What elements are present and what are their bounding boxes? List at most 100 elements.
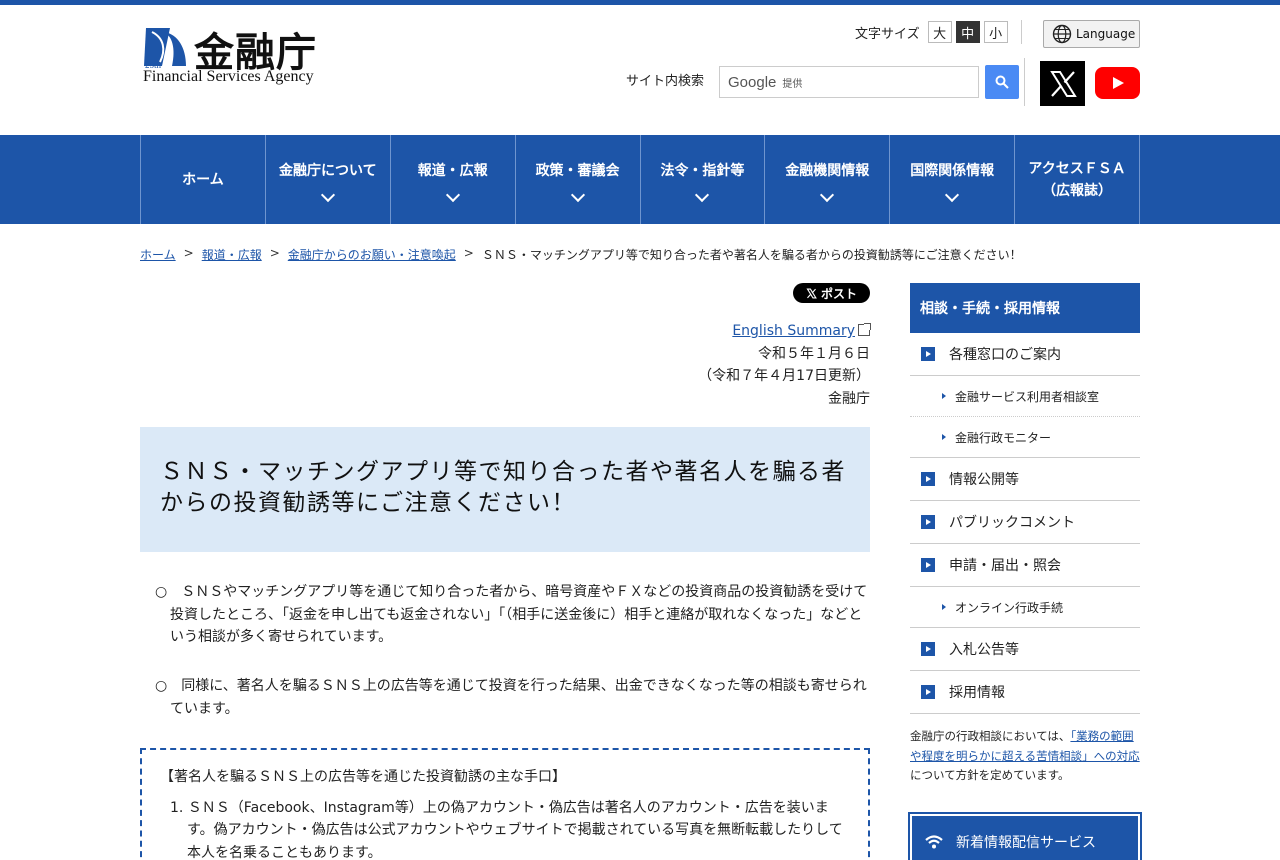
search-icon [995,75,1009,89]
breadcrumb: ホーム > 報道・広報 > 金融庁からのお願い・注意喚起 > ＳＮＳ・マッチング… [140,246,1022,263]
sidebar-item-disclosure[interactable]: 情報公開等 [910,458,1140,501]
sidebar-item-contact-windows[interactable]: 各種窓口のご案内 [910,333,1140,376]
sidebar-item-bidding[interactable]: 入札公告等 [910,628,1140,671]
font-size-switcher: 文字サイズ 大 中 小 [855,20,1008,44]
sidebar-item-label: 各種窓口のご案内 [949,347,1061,363]
chevron-down-icon [695,187,710,202]
font-size-small-button[interactable]: 小 [983,21,1008,43]
nav-item-access-fsa[interactable]: アクセスＦＳＡ （広報誌） [1015,135,1140,224]
nav-label: アクセスＦＳＡ （広報誌） [1028,160,1126,199]
article-meta: English Summary 令和５年１月６日 （令和７年４月17日更新） 金… [560,320,871,410]
sidebar-item-label: 入札公告等 [949,642,1019,658]
nav-label: 報道・広報 [417,162,488,179]
scam-methods-list: 1. ＳＮＳ（Facebook、Instagram等）上の偽アカウント・偽広告は… [160,797,850,860]
language-button[interactable]: Language [1043,20,1140,48]
nav-item-institutions[interactable]: 金融機関情報 [765,135,891,224]
article-paragraph-1: ○ ＳＮＳやマッチングアプリ等を通じて知り合った者から、暗号資産やＦＸなどの投資… [155,584,868,645]
search-button[interactable] [985,65,1019,99]
chevron-down-icon [320,187,335,202]
arrow-square-icon [921,472,935,486]
arrow-square-icon [921,642,935,656]
nav-label: 国際関係情報 [910,162,995,179]
nav-item-laws[interactable]: 法令・指針等 [641,135,766,224]
article-author: 金融庁 [828,390,870,407]
site-search-label: サイト内検索 [626,74,705,89]
header-divider-2 [1024,58,1025,106]
globe-icon [1052,24,1072,44]
english-summary-link[interactable]: English Summary [732,323,855,339]
news-delivery-label: 新着情報配信サービス [956,835,1096,851]
youtube-social-link[interactable] [1095,67,1140,99]
news-delivery-service-button[interactable]: 新着情報配信サービス [908,812,1142,860]
site-logo[interactable]: 25th 金融庁 Financial Services Agency [142,24,342,92]
google-brand-text: Google [728,73,777,91]
sidebar-item-label: 申請・届出・照会 [949,558,1061,574]
nav-label: 政策・審議会 [535,162,620,179]
nav-item-international[interactable]: 国際関係情報 [890,135,1016,224]
article-paragraph-2: ○ 同様に、著名人を騙るＳＮＳ上の広告等を通じて投資を行った結果、出金できなくな… [155,678,867,717]
nav-label: ホーム [182,171,224,188]
x-post-button[interactable]: ポスト [793,283,870,303]
sidebar-item-recruitment[interactable]: 採用情報 [910,671,1140,714]
font-size-label: 文字サイズ [855,26,920,42]
global-navigation: ホーム 金融庁について 報道・広報 政策・審議会 法令・指針等 金融機関情報 国… [0,135,1280,224]
nav-item-about[interactable]: 金融庁について [266,135,391,224]
external-link-icon [858,323,871,336]
sidebar-item-label: 採用情報 [949,685,1005,701]
sidebar-subitem-online-procedures[interactable]: オンライン行政手続 [910,587,1140,628]
triangle-right-icon [942,393,946,399]
nav-item-policy[interactable]: 政策・審議会 [516,135,641,224]
breadcrumb-separator: > [269,246,280,260]
sidebar-item-public-comment[interactable]: パブリックコメント [910,501,1140,544]
youtube-play-icon [1112,77,1124,89]
sidebar-menu: 各種窓口のご案内 金融サービス利用者相談室 金融行政モニター 情報公開等 パブリ… [910,333,1140,714]
breadcrumb-link-press[interactable]: 報道・広報 [202,246,262,263]
chevron-down-icon [945,187,960,202]
x-logo-icon [806,288,817,298]
arrow-square-icon [921,347,935,361]
x-social-link[interactable] [1040,61,1085,106]
page-title: ＳＮＳ・マッチングアプリ等で知り合った者や著名人を騙る者からの投資勧誘等にご注意… [160,459,846,516]
updated-date: （令和７年４月17日更新） [698,368,870,384]
google-provided-text: 提供 [782,78,803,90]
breadcrumb-current: ＳＮＳ・マッチングアプリ等で知り合った者や著名人を騙る者からの投資勧誘等にご注意… [481,248,1022,262]
triangle-right-icon [942,604,946,610]
sidebar-note: 金融庁の行政相談においては、「業務の範囲や程度を明らかに超える苦情相談」への対応… [910,727,1140,786]
wifi-icon [925,835,943,849]
sidebar-note-prefix: 金融庁の行政相談においては、 [910,729,1071,743]
page-title-box: ＳＮＳ・マッチングアプリ等で知り合った者や著名人を騙る者からの投資勧誘等にご注意… [140,427,870,552]
arrow-square-icon [921,558,935,572]
nav-label: 金融機関情報 [785,162,870,179]
nav-item-press[interactable]: 報道・広報 [391,135,516,224]
breadcrumb-link-home[interactable]: ホーム [140,246,176,263]
sidebar-subitem-consumer-office[interactable]: 金融サービス利用者相談室 [910,376,1140,417]
chevron-down-icon [445,187,460,202]
scam-methods-title: 【著名人を騙るＳＮＳ上の広告等を通じた投資勧誘の主な手口】 [160,769,566,785]
font-size-large-button[interactable]: 大 [927,21,952,43]
publish-date: 令和５年１月６日 [758,345,870,362]
site-search-input[interactable]: Google 提供 [719,66,979,98]
language-label: Language [1076,27,1136,41]
sidebar-heading: 相談・手続・採用情報 [910,283,1140,333]
chevron-down-icon [570,187,585,202]
arrow-square-icon [921,515,935,529]
sidebar-subitem-monitor[interactable]: 金融行政モニター [910,417,1140,458]
post-label: ポスト [820,286,857,301]
x-logo-icon [1049,70,1077,97]
sidebar-item-label: オンライン行政手続 [955,600,1064,615]
chevron-down-icon [820,187,835,202]
triangle-right-icon [942,434,946,440]
arrow-square-icon [921,685,935,699]
font-size-medium-button[interactable]: 中 [955,21,980,43]
breadcrumb-separator: > [183,246,194,260]
nav-item-home[interactable]: ホーム [141,135,266,224]
header-divider [1021,20,1022,44]
sidebar-item-applications[interactable]: 申請・届出・照会 [910,544,1140,587]
breadcrumb-separator: > [463,246,474,260]
list-item: 1. ＳＮＳ（Facebook、Instagram等）上の偽アカウント・偽広告は… [170,799,843,860]
nav-label: 法令・指針等 [660,162,745,179]
nav-label: 金融庁について [279,162,377,179]
sidebar-item-label: 情報公開等 [949,472,1019,488]
breadcrumb-link-notices[interactable]: 金融庁からのお願い・注意喚起 [288,246,456,263]
logo-subtitle: Financial Services Agency [143,68,314,85]
